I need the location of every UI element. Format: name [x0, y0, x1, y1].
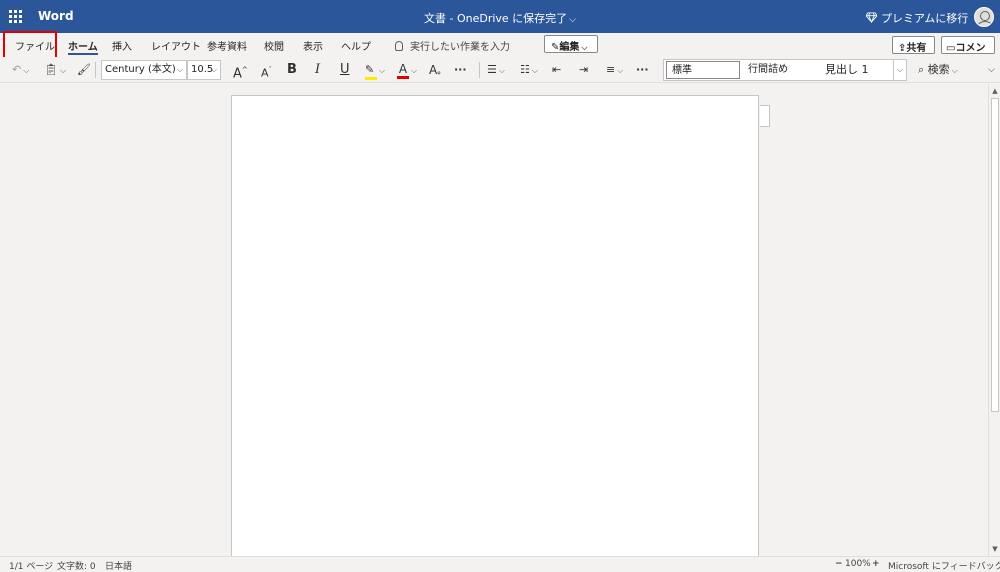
tell-me-label: 実行したい作業を入力: [410, 42, 510, 53]
diamond-icon: [866, 12, 877, 23]
chevron-down-icon: ⌵: [411, 66, 418, 75]
premium-label: プレミアムに移行: [881, 12, 969, 25]
tab-references[interactable]: 参考資料: [207, 38, 247, 53]
shrink-font-icon: A: [261, 66, 269, 80]
scrollbar-thumb[interactable]: [991, 98, 999, 412]
more-paragraph-options-button[interactable]: ···: [636, 60, 649, 80]
font-name-select[interactable]: Century (本文) ⌵: [101, 60, 187, 80]
clipboard-icon: 📋︎: [44, 63, 58, 76]
chevron-down-icon: ⌵: [379, 66, 386, 75]
text-effects-icon: A: [429, 63, 438, 77]
font-color-icon: A: [397, 62, 409, 79]
scroll-down-icon[interactable]: ▼: [990, 544, 1000, 554]
font-name-value: Century (本文): [105, 64, 176, 75]
feedback-link[interactable]: Microsoft にフィードバックを送信: [888, 559, 1000, 572]
paintbrush-icon: 🖌︎: [77, 63, 91, 76]
separator: [479, 62, 480, 78]
underline-button[interactable]: U: [340, 60, 350, 80]
chevron-down-icon: ⌵: [617, 66, 624, 75]
separator: [95, 62, 96, 78]
chevron-down-icon: ⌵: [498, 66, 505, 75]
tab-help[interactable]: ヘルプ: [341, 38, 371, 53]
title-bar: Word 文書 - OneDrive に保存完了 ⌵ プレミアムに移行: [0, 0, 1000, 33]
paste-button[interactable]: 📋︎ ⌵: [44, 60, 66, 80]
italic-button[interactable]: I: [315, 60, 320, 80]
editing-mode-label: 編集: [559, 42, 580, 53]
language-indicator[interactable]: 日本語: [105, 559, 132, 572]
style-heading-1[interactable]: 見出し 1: [825, 61, 891, 79]
ribbon-toolbar: ↶ ⌵ 📋︎ ⌵ 🖌︎ Century (本文) ⌵ 10.5 ⌵ A^ Aˇ B I …: [0, 57, 1000, 83]
file-tab-annotation-box: [3, 31, 57, 59]
comments-button[interactable]: ▭コメント: [941, 36, 995, 69]
increase-indent-button[interactable]: ⇥: [579, 60, 588, 80]
decrease-indent-icon: ⇤: [552, 63, 562, 76]
text-effects-button[interactable]: Aᵩ: [429, 60, 441, 80]
share-button[interactable]: ⇪共有: [892, 36, 935, 54]
font-color-button[interactable]: A ⌵: [397, 60, 417, 80]
scroll-up-icon[interactable]: ▲: [990, 86, 1000, 96]
search-icon: ⌕: [918, 63, 925, 76]
document-canvas: [0, 84, 988, 556]
find-label: 検索: [927, 63, 950, 76]
increase-indent-icon: ⇥: [579, 63, 589, 76]
chevron-down-icon: ⌵: [531, 66, 538, 75]
shrink-font-button[interactable]: Aˇ: [261, 60, 272, 80]
chevron-down-icon: ⌵: [581, 43, 588, 52]
grow-font-icon: A: [233, 66, 242, 82]
status-bar: 1/1 ページ 文字数: 0 日本語 − 100% + Microsoft にフ…: [0, 556, 1000, 572]
word-count: 文字数: 0: [57, 562, 96, 572]
bold-button[interactable]: B: [287, 60, 297, 80]
chevron-down-icon: ⌵: [210, 65, 217, 74]
tab-review[interactable]: 校閲: [264, 38, 284, 53]
alignment-button[interactable]: ≡ ⌵: [606, 60, 623, 80]
font-size-select[interactable]: 10.5 ⌵: [187, 60, 221, 80]
grow-font-button[interactable]: A^: [233, 60, 248, 82]
ribbon-tab-row: ファイル ホーム 挿入 レイアウト 参考資料 校閲 表示 ヘルプ 実行したい作業…: [0, 33, 1000, 69]
zoom-out-button[interactable]: −: [835, 559, 843, 569]
tab-insert[interactable]: 挿入: [112, 38, 132, 53]
undo-button[interactable]: ↶ ⌵: [12, 60, 29, 80]
chevron-down-icon: ⌵: [951, 66, 958, 75]
find-button[interactable]: ⌕ 検索 ⌵: [918, 60, 958, 80]
page-count: 1/1 ページ: [9, 562, 54, 572]
numbering-button[interactable]: ☷ ⌵: [520, 60, 538, 80]
decrease-indent-button[interactable]: ⇤: [552, 60, 561, 80]
chevron-down-icon: ⌵: [23, 66, 30, 75]
comment-marker: [760, 105, 770, 127]
style-no-spacing[interactable]: 行間詰め: [748, 61, 814, 79]
premium-upgrade-link[interactable]: プレミアムに移行: [866, 10, 968, 26]
document-title-text[interactable]: 文書 - OneDrive に保存完了: [424, 12, 567, 25]
avatar[interactable]: [974, 7, 994, 27]
chevron-down-icon[interactable]: ⌵: [569, 15, 576, 25]
bullet-list-icon: ☰: [487, 63, 497, 76]
document-title[interactable]: 文書 - OneDrive に保存完了 ⌵: [0, 10, 1000, 26]
chevron-down-icon: ⌵: [59, 66, 67, 75]
chevron-down-icon: ⌵: [988, 65, 995, 75]
align-icon: ≡: [606, 63, 616, 76]
tab-view[interactable]: 表示: [303, 38, 323, 53]
zoom-level[interactable]: 100%: [845, 559, 871, 569]
bullets-button[interactable]: ☰ ⌵: [487, 60, 505, 80]
style-normal[interactable]: 標準: [666, 61, 740, 79]
tab-home[interactable]: ホーム: [68, 38, 98, 55]
ribbon-expand-button[interactable]: ⌵: [988, 60, 995, 80]
share-label: 共有: [906, 43, 927, 54]
tell-me-search[interactable]: 実行したい作業を入力: [395, 38, 510, 53]
tab-layout[interactable]: レイアウト: [151, 38, 201, 53]
undo-icon: ↶: [12, 63, 22, 76]
font-size-value: 10.5: [191, 64, 214, 75]
format-painter-button[interactable]: 🖌︎: [77, 60, 91, 80]
highlighter-icon: ✎: [365, 63, 377, 80]
highlight-color-button[interactable]: ✎ ⌵: [365, 60, 385, 80]
document-page[interactable]: [231, 95, 759, 556]
editing-mode-button[interactable]: ✎編集 ⌵: [544, 35, 598, 53]
numbered-list-icon: ☷: [520, 63, 530, 76]
chevron-down-icon: ⌵: [176, 65, 183, 74]
lightbulb-icon: [395, 41, 403, 51]
vertical-scrollbar[interactable]: ▲ ▼: [988, 84, 1000, 556]
zoom-in-button[interactable]: +: [872, 559, 880, 569]
chevron-down-icon[interactable]: ⌵: [893, 60, 906, 80]
more-font-options-button[interactable]: ···: [454, 60, 467, 80]
styles-gallery: 標準 行間詰め 見出し 1 ⌵: [663, 59, 907, 81]
